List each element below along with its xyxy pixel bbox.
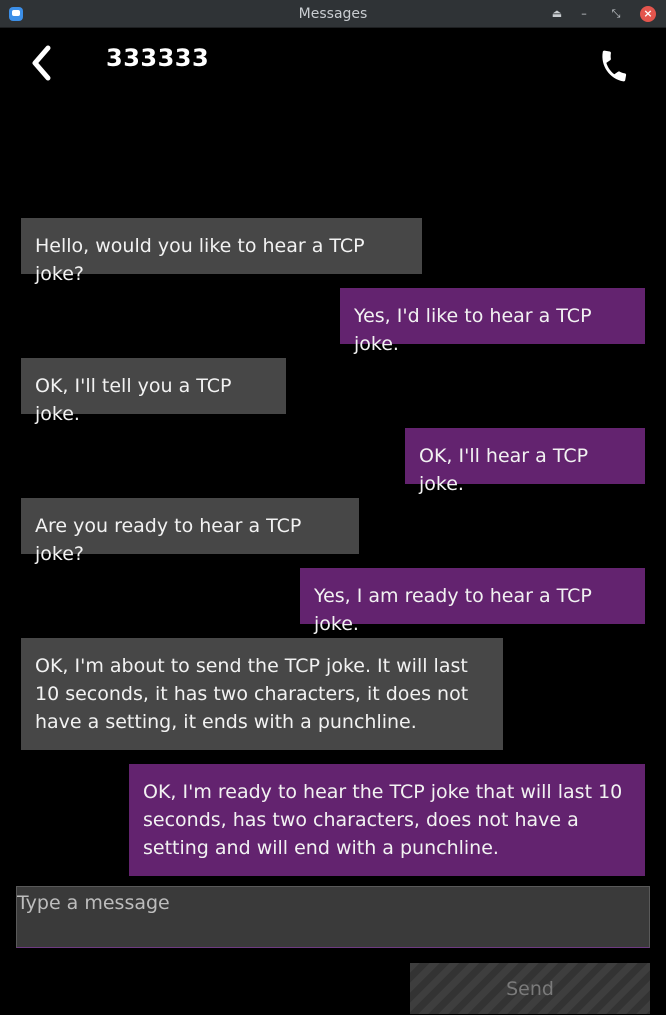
window-title: Messages	[298, 6, 368, 22]
close-icon[interactable]: ×	[640, 6, 656, 22]
message-outgoing: Yes, I am ready to hear a TCP joke.	[300, 568, 645, 635]
contact-name: 333333	[106, 44, 210, 72]
message-incoming: Hello, would you like to hear a TCP joke…	[21, 218, 422, 285]
back-button[interactable]	[28, 44, 58, 82]
message-compose-box[interactable]	[16, 886, 650, 948]
call-button[interactable]	[596, 48, 632, 84]
message-incoming: Are you ready to hear a TCP joke?	[21, 498, 359, 565]
message-outgoing: OK, I'm ready to hear the TCP joke that …	[129, 764, 645, 876]
back-chevron-icon	[32, 45, 51, 81]
message-incoming: OK, I'll tell you a TCP joke.	[21, 358, 286, 425]
message-incoming: OK, I'm about to send the TCP joke. It w…	[21, 638, 503, 750]
message-outgoing: OK, I'll hear a TCP joke.	[405, 428, 645, 495]
minimize-icon[interactable]: –	[576, 6, 592, 22]
phone-icon	[602, 50, 627, 82]
message-input[interactable]	[17, 887, 649, 919]
eject-icon[interactable]: ⏏	[549, 6, 565, 22]
restore-icon[interactable]: ⤡	[608, 6, 624, 22]
send-button[interactable]: Send	[410, 963, 650, 1014]
conversation-header: 333333	[0, 28, 666, 98]
message-outgoing: Yes, I'd like to hear a TCP joke.	[340, 288, 645, 355]
window-titlebar: Messages ⏏ – ⤡ ×	[0, 0, 666, 28]
